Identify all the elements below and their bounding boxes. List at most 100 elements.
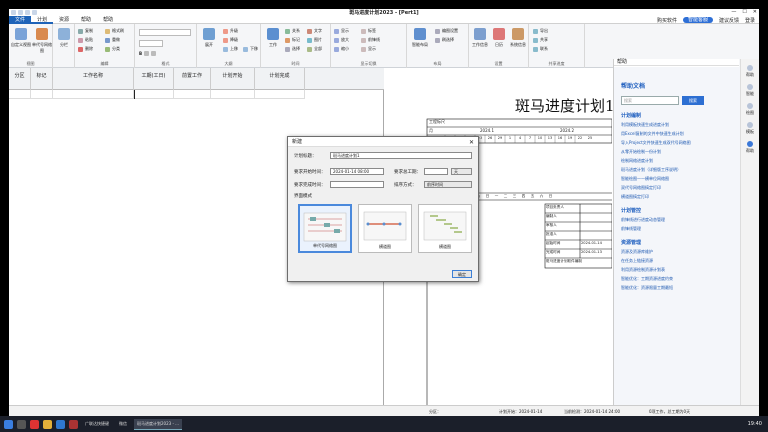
- browser-icon[interactable]: [56, 419, 65, 429]
- side-help-2[interactable]: 帮助: [741, 141, 759, 154]
- redo-button[interactable]: 重做: [105, 37, 120, 43]
- cell-start[interactable]: [211, 90, 255, 99]
- work-button[interactable]: 工作: [262, 28, 284, 48]
- all-button[interactable]: 全部: [307, 46, 322, 52]
- bold-icon[interactable]: B: [139, 51, 142, 56]
- plan-name-input[interactable]: 斑马进度计划1: [330, 152, 472, 159]
- help-link[interactable]: 双代号网络图搞定打印: [621, 185, 733, 191]
- col-zone[interactable]: 分区: [9, 68, 31, 90]
- mark-button[interactable]: 标记: [285, 37, 300, 43]
- order-select[interactable]: 前序时间: [424, 181, 472, 188]
- mode-card-gantt-2[interactable]: 横道图: [418, 204, 472, 253]
- menu-help-2[interactable]: 帮助: [97, 16, 119, 24]
- help-link[interactable]: 斑马进度计划（详细版工序说明）: [621, 167, 733, 173]
- frontline-toggle[interactable]: 前锋线: [361, 37, 380, 43]
- close-icon[interactable]: ✕: [469, 139, 474, 146]
- table-row[interactable]: [9, 90, 305, 99]
- folder-icon[interactable]: [43, 419, 52, 429]
- custom-view-button[interactable]: 自定义视图: [10, 28, 32, 48]
- side-template[interactable]: 模板: [741, 122, 759, 135]
- cell-mark[interactable]: [31, 90, 53, 99]
- ok-button[interactable]: 确定: [452, 270, 472, 278]
- cell-finish[interactable]: [255, 90, 305, 99]
- expand-button[interactable]: 展开: [198, 28, 220, 48]
- help-search-input[interactable]: 搜索: [621, 96, 679, 105]
- mode-card-network[interactable]: 单代号网络图: [298, 204, 352, 253]
- display-toggle[interactable]: 显示: [361, 46, 376, 52]
- buy-button[interactable]: 购买软件: [657, 17, 677, 24]
- smart-service-button[interactable]: 智能客服: [682, 17, 713, 23]
- paste-button[interactable]: 粘贴: [78, 37, 93, 43]
- font-size-select[interactable]: [139, 40, 163, 47]
- pdf-icon[interactable]: [69, 419, 78, 429]
- cell-task-name[interactable]: [53, 90, 134, 99]
- task-shortcut[interactable]: 广联达快捷键: [82, 419, 112, 429]
- help-link[interactable]: 智能优化：工期资源进度约束: [621, 276, 733, 282]
- format-painter-button[interactable]: 格式刷: [105, 28, 124, 34]
- delete-button[interactable]: 删除: [78, 46, 93, 52]
- menu-plan[interactable]: 计划: [31, 16, 54, 24]
- help-link[interactable]: 资源及资源库维护: [621, 249, 733, 255]
- side-drawing[interactable]: 绘图: [741, 103, 759, 116]
- system-info-button[interactable]: 系统信息: [507, 28, 529, 48]
- help-link[interactable]: 前锋线进行进度动态管理: [621, 217, 733, 223]
- help-link[interactable]: 用Excel复制的文件中快速生成计划: [621, 131, 733, 137]
- label-toggle[interactable]: 标签: [361, 28, 376, 34]
- help-link[interactable]: 绘制网络进度计划: [621, 158, 733, 164]
- start-time-input[interactable]: 2024-01-14 08:00: [330, 168, 384, 175]
- export-button[interactable]: 导出: [533, 28, 548, 34]
- smart-layout-button[interactable]: 智能布局: [409, 28, 431, 48]
- help-link[interactable]: 智能优化：资源限量工期最短: [621, 285, 733, 291]
- zoom-out-button[interactable]: 缩小: [334, 46, 349, 52]
- account-button[interactable]: 登录: [745, 17, 755, 24]
- help-link[interactable]: 智能绘图——横单位网络图: [621, 176, 733, 182]
- col-finish[interactable]: 计划完成: [255, 68, 305, 90]
- side-smart[interactable]: 智能: [741, 84, 759, 97]
- help-link[interactable]: 利用资源绘制资源计划表: [621, 267, 733, 273]
- font-select[interactable]: [139, 29, 191, 36]
- split-button[interactable]: 分栏: [53, 28, 75, 48]
- cell-predecessor[interactable]: [174, 90, 211, 99]
- network-view-button[interactable]: 单代号网络图: [31, 28, 53, 54]
- italic-icon[interactable]: [144, 51, 150, 56]
- cell-zone[interactable]: [9, 90, 31, 99]
- duration-input[interactable]: [424, 168, 448, 175]
- relation-button[interactable]: 关系: [285, 28, 300, 34]
- move-up-button[interactable]: 上移: [223, 46, 238, 52]
- upgrade-button[interactable]: 升级: [223, 28, 238, 34]
- text-button[interactable]: 文字: [307, 28, 322, 34]
- help-search-button[interactable]: 搜索: [682, 96, 704, 105]
- select-button[interactable]: 选择: [285, 46, 300, 52]
- help-link[interactable]: 从零开始绘制一份计划: [621, 149, 733, 155]
- col-mark[interactable]: 标记: [31, 68, 53, 90]
- menu-file[interactable]: 文件: [9, 15, 32, 24]
- col-start[interactable]: 计划开始: [211, 68, 255, 90]
- col-predecessor[interactable]: 前置工作: [174, 68, 211, 90]
- contact-button[interactable]: 联系: [533, 46, 548, 52]
- brush-select-button[interactable]: 刷选择: [435, 37, 454, 43]
- menu-help[interactable]: 帮助: [75, 16, 97, 24]
- help-link[interactable]: 在任务上链接资源: [621, 258, 733, 264]
- image-button[interactable]: 图片: [307, 37, 322, 43]
- feedback-button[interactable]: 建议反馈: [719, 17, 739, 24]
- help-link[interactable]: 横道图搞定打印: [621, 194, 733, 200]
- start-icon[interactable]: [4, 419, 13, 429]
- side-help[interactable]: 帮助: [741, 65, 759, 78]
- zoom-in-button[interactable]: 放大: [334, 37, 349, 43]
- help-link[interactable]: 利用模板快速生成进度计划: [621, 122, 733, 128]
- share-button[interactable]: 共享: [533, 37, 548, 43]
- task-zebra[interactable]: 斑马进度计划2023 - ...: [134, 418, 182, 430]
- col-duration[interactable]: 工期(工日): [134, 68, 174, 90]
- cell-duration[interactable]: [134, 90, 174, 99]
- finish-time-input[interactable]: [330, 181, 384, 188]
- classify-button[interactable]: 分类: [105, 46, 120, 52]
- menu-resource[interactable]: 资源: [53, 16, 75, 24]
- col-task-name[interactable]: 工作名称: [53, 68, 134, 90]
- help-link[interactable]: 导入Project文件快速生成双代号网络图: [621, 140, 733, 146]
- search-icon[interactable]: [17, 419, 26, 429]
- app-icon[interactable]: [30, 419, 39, 429]
- maximize-icon[interactable]: ☐: [742, 9, 746, 15]
- downgrade-button[interactable]: 降级: [223, 37, 238, 43]
- minimize-icon[interactable]: —: [731, 9, 736, 15]
- help-link[interactable]: 前锋线管理: [621, 226, 733, 232]
